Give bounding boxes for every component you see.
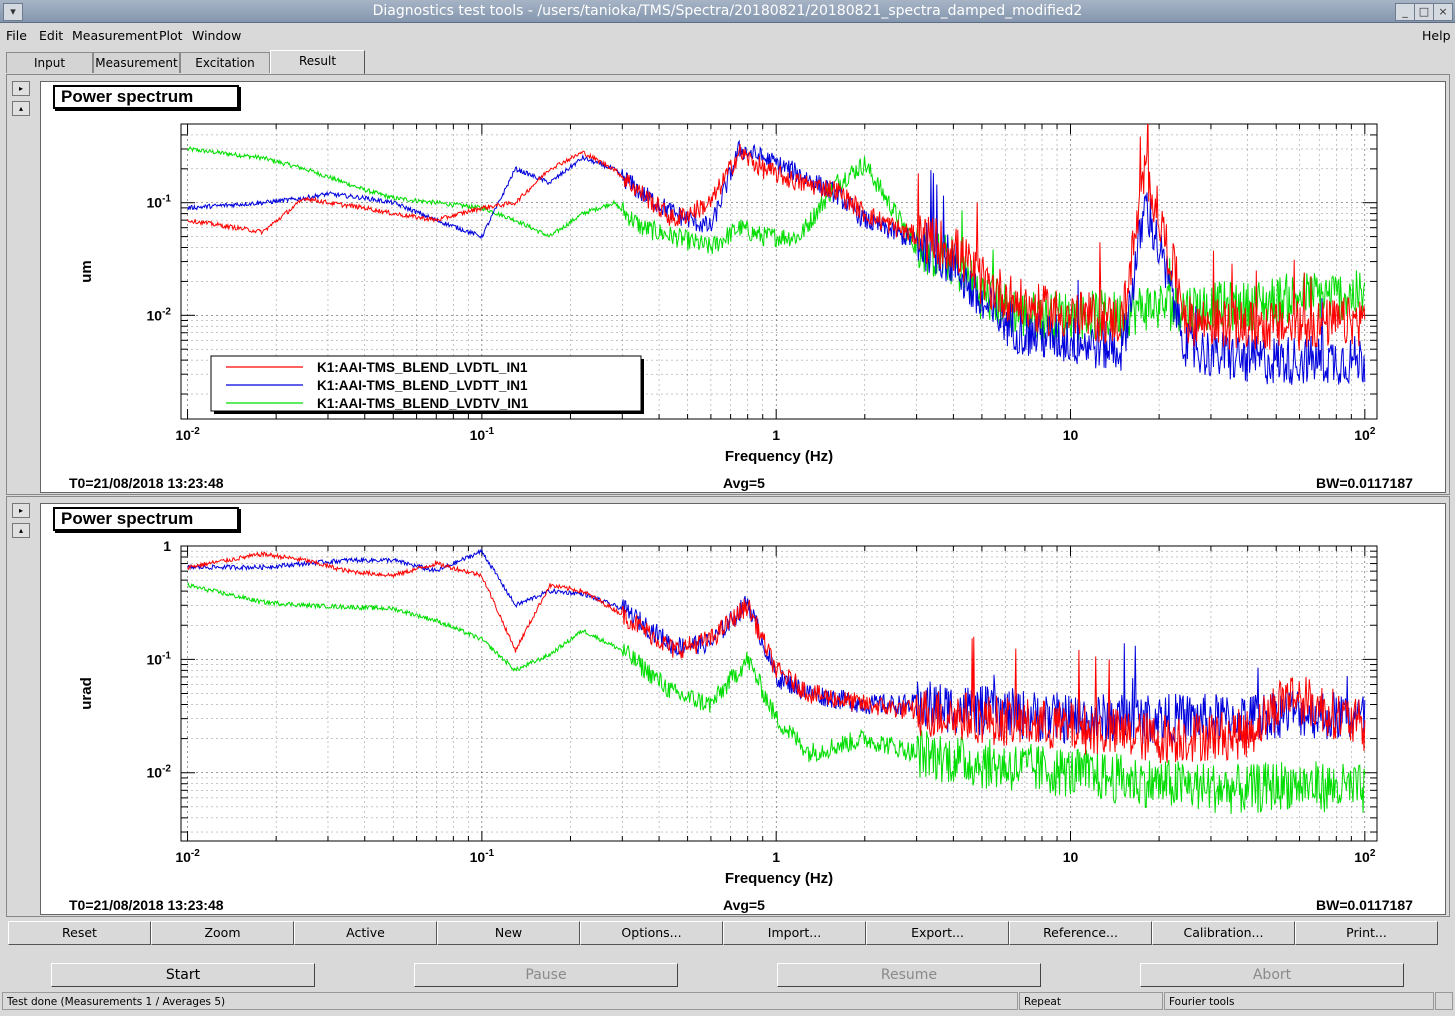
y-axis-label: urad — [78, 677, 95, 710]
bw-label: BW=0.0117187 — [1316, 897, 1413, 913]
pause-button[interactable]: Pause — [414, 963, 678, 987]
import-button[interactable]: Import... — [723, 921, 866, 945]
legend-entry: K1:AAI-TMS_BLEND_LVDTT_IN1 — [317, 378, 528, 393]
tab-result[interactable]: Result — [270, 50, 365, 76]
tick-exponent: -2 — [162, 764, 171, 775]
tick-exponent: -1 — [485, 426, 494, 437]
t0-label: T0=21/08/2018 13:23:48 — [69, 897, 224, 913]
export-button[interactable]: Export... — [866, 921, 1009, 945]
panel-collapse-icon[interactable]: ▴ — [12, 101, 30, 116]
panel-collapse-icon[interactable]: ▴ — [12, 523, 30, 538]
tick-exponent: 2 — [1370, 848, 1376, 859]
plot-canvas[interactable]: Power spectrum 10-2 10-1 1 10 102 10-1 10-2 Fre… — [40, 81, 1446, 493]
x-tick-label: 10-2 — [175, 848, 200, 865]
y-axis-label: um — [78, 260, 95, 283]
legend-entry: K1:AAI-TMS_BLEND_LVDTV_IN1 — [317, 396, 529, 411]
new-button[interactable]: New — [437, 921, 580, 945]
x-axis-label: Frequency (Hz) — [725, 870, 833, 887]
menu-edit[interactable]: Edit — [39, 28, 63, 43]
tab-input[interactable]: Input — [6, 52, 93, 73]
tab-measurement[interactable]: Measurement — [93, 52, 180, 73]
x-tick-label: 1 — [772, 427, 780, 443]
tick-exponent: -1 — [162, 194, 171, 205]
result-panel-bottom: ▸ ▴ Power spectrum 10-2 10-1 1 10 102 1 10-1 10… — [6, 496, 1450, 917]
tab-excitation[interactable]: Excitation — [180, 52, 270, 73]
tick-exponent: -1 — [485, 848, 494, 859]
menubar: File Edit Measurement Plot Window Help — [0, 23, 1455, 47]
tab-bar: Input Measurement Excitation Result — [0, 50, 1455, 76]
status-message: Test done (Measurements 1 / Averages 5) — [2, 992, 1018, 1010]
window-menu-icon[interactable]: ▾ — [3, 3, 23, 21]
x-tick-label: 102 — [1354, 426, 1376, 443]
x-axis-label: Frequency (Hz) — [725, 448, 833, 465]
tick-exponent: -2 — [191, 848, 200, 859]
tick-exponent: -2 — [191, 426, 200, 437]
menu-plot[interactable]: Plot — [159, 28, 183, 43]
reset-button[interactable]: Reset — [8, 921, 151, 945]
abort-button[interactable]: Abort — [1140, 963, 1404, 987]
reference-button[interactable]: Reference... — [1009, 921, 1152, 945]
resize-grip-icon[interactable] — [1435, 992, 1453, 1010]
zoom-button[interactable]: Zoom — [151, 921, 294, 945]
x-tick-label: 10-1 — [470, 848, 495, 865]
menu-help[interactable]: Help — [1422, 28, 1451, 43]
tick-exponent: -2 — [162, 306, 171, 317]
plot-control-bar: Reset Zoom Active New Options... Import.… — [8, 921, 1438, 945]
y-tick-label: 10-2 — [147, 306, 172, 323]
y-tick-label: 10-2 — [147, 764, 172, 781]
calibration-button[interactable]: Calibration... — [1152, 921, 1295, 945]
menu-measurement[interactable]: Measurement — [72, 28, 158, 43]
y-tick-label: 10-1 — [147, 194, 172, 211]
start-button[interactable]: Start — [51, 963, 315, 987]
x-tick-label: 10 — [1063, 849, 1079, 865]
legend-entry: K1:AAI-TMS_BLEND_LVDTL_IN1 — [317, 360, 528, 375]
minimize-icon[interactable]: _ — [1395, 3, 1415, 21]
menu-file[interactable]: File — [6, 28, 27, 43]
y-tick-label: 10-1 — [147, 650, 172, 667]
maximize-icon[interactable]: □ — [1414, 3, 1434, 21]
x-tick-label: 10 — [1063, 427, 1079, 443]
x-tick-label: 102 — [1354, 848, 1376, 865]
status-tools: Fourier tools — [1164, 992, 1434, 1010]
window-title: Diagnostics test tools - /users/tanioka/… — [372, 3, 1083, 19]
status-repeat: Repeat — [1019, 992, 1163, 1010]
t0-label: T0=21/08/2018 13:23:48 — [69, 475, 224, 491]
close-icon[interactable]: × — [1433, 3, 1453, 21]
resume-button[interactable]: Resume — [777, 963, 1041, 987]
avg-label: Avg=5 — [723, 897, 765, 913]
x-tick-label: 10-1 — [470, 426, 495, 443]
print-button[interactable]: Print... — [1295, 921, 1438, 945]
menu-window[interactable]: Window — [192, 28, 241, 43]
result-panel-top: ▸ ▴ Power spectrum 10-2 10-1 1 10 102 10-1 10-… — [6, 74, 1450, 495]
x-tick-label: 1 — [772, 849, 780, 865]
spectrum-chart[interactable]: 10-2 10-1 1 10 102 1 10-1 10-2 Frequency (Hz) ura… — [41, 504, 1445, 914]
plot-canvas[interactable]: Power spectrum 10-2 10-1 1 10 102 1 10-1 10-2 Fr… — [40, 503, 1446, 915]
x-tick-label: 10-2 — [175, 426, 200, 443]
panel-expand-icon[interactable]: ▸ — [12, 503, 30, 518]
active-button[interactable]: Active — [294, 921, 437, 945]
tick-exponent: -1 — [162, 650, 171, 661]
panel-expand-icon[interactable]: ▸ — [12, 81, 30, 96]
window-titlebar: Diagnostics test tools - /users/tanioka/… — [0, 0, 1455, 23]
y-tick-label: 1 — [163, 538, 171, 554]
bw-label: BW=0.0117187 — [1316, 475, 1413, 491]
avg-label: Avg=5 — [723, 475, 765, 491]
spectrum-chart[interactable]: 10-2 10-1 1 10 102 10-1 10-2 Frequency (Hz) um K1… — [41, 82, 1445, 492]
tick-exponent: 2 — [1370, 426, 1376, 437]
options-button[interactable]: Options... — [580, 921, 723, 945]
